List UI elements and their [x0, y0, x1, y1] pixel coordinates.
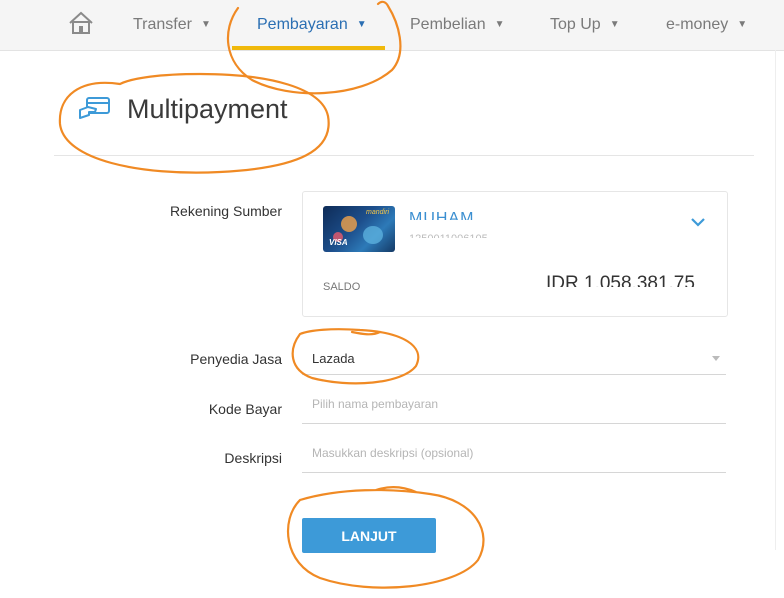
active-tab-indicator — [232, 46, 385, 50]
nav-pembelian[interactable]: Pembelian ▼ — [410, 16, 505, 34]
payment-code-field — [302, 389, 726, 424]
nav-pembayaran-label: Pembayaran — [257, 16, 348, 33]
chevron-down-icon[interactable] — [690, 217, 706, 227]
service-provider-value: Lazada — [312, 351, 355, 366]
nav-transfer-label: Transfer — [133, 16, 192, 33]
service-provider-select[interactable]: Lazada — [302, 340, 726, 375]
credit-card-hand-icon — [79, 97, 110, 119]
payment-code-label: Kode Bayar — [208, 401, 282, 417]
top-navigation: Transfer ▼ Pembayaran ▼ Pembelian ▼ Top Up ▼… — [0, 0, 784, 51]
caret-down-icon: ▼ — [356, 19, 367, 30]
account-number: 1250011006105 — [409, 233, 509, 243]
content-border — [775, 50, 776, 550]
source-account-label: Rekening Sumber — [169, 203, 282, 219]
nav-e-money-label: e-money — [666, 16, 729, 33]
service-provider-label: Penyedia Jasa — [190, 351, 282, 367]
source-account-selector[interactable]: mandiri VISA MUHAM 1250011006105 SALDO I… — [302, 191, 728, 317]
balance-label: SALDO — [323, 281, 361, 293]
nav-e-money[interactable]: e-money ▼ — [666, 16, 747, 34]
header-divider — [54, 155, 754, 156]
caret-down-icon: ▼ — [494, 19, 505, 30]
nav-pembelian-label: Pembelian — [410, 16, 486, 33]
description-field — [302, 438, 726, 473]
caret-down-icon: ▼ — [609, 19, 620, 30]
caret-down-icon: ▼ — [737, 19, 748, 30]
dropdown-caret-icon — [712, 356, 720, 361]
nav-top-up-label: Top Up — [550, 16, 601, 33]
caret-down-icon: ▼ — [200, 19, 211, 30]
next-button[interactable]: LANJUT — [302, 518, 436, 553]
payment-code-input[interactable] — [312, 397, 712, 411]
nav-top-up[interactable]: Top Up ▼ — [550, 16, 620, 34]
balance-value: IDR 1.058.381,75 — [546, 273, 695, 287]
description-label: Deskripsi — [224, 450, 282, 466]
debit-card-image: mandiri VISA — [323, 206, 395, 252]
nav-transfer[interactable]: Transfer ▼ — [133, 16, 211, 34]
page-title: Multipayment — [127, 94, 288, 124]
description-input[interactable] — [312, 446, 712, 460]
account-holder-name: MUHAM — [409, 210, 569, 228]
nav-pembayaran[interactable]: Pembayaran ▼ — [257, 16, 367, 34]
home-icon[interactable] — [68, 11, 94, 35]
